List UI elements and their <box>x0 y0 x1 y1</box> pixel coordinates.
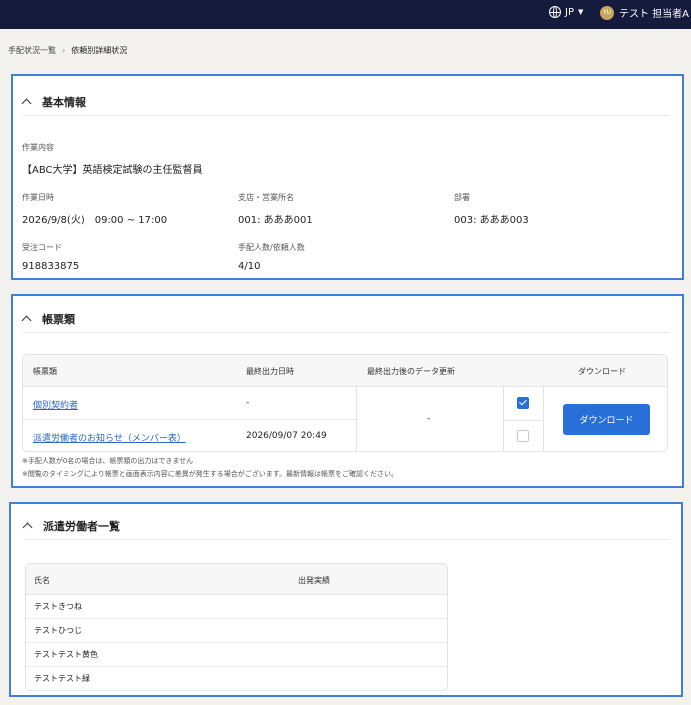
last-output-value: - <box>246 398 250 408</box>
worker-name: テストテスト緑 <box>34 674 90 683</box>
table-row: 派遣労働者のお知らせ（メンバー表） 2026/09/07 20:49 <box>23 420 356 451</box>
basic-info-card: 基本情報 作業内容 【ABC大学】英語検定試験の主任監督員 作業日時 2026/… <box>11 74 684 280</box>
field-label: 部署 <box>454 193 470 202</box>
table-header: 帳票類 最終出力日時 最終出力後のデータ更新 ダウンロード <box>23 355 667 387</box>
field-label: 作業日時 <box>22 193 54 202</box>
field-label: 受注コード <box>22 243 62 252</box>
field-value: 2026/9/8(火) 09:00 ~ 17:00 <box>22 215 168 226</box>
chevron-up-icon[interactable] <box>22 522 33 533</box>
section-title: 基本情報 <box>42 95 86 109</box>
table-row: 個別契約者 - <box>23 387 356 420</box>
document-link[interactable]: 個別契約者 <box>33 398 78 411</box>
breadcrumb-current: 依頼別詳細状況 <box>71 46 128 55</box>
chevron-up-icon[interactable] <box>21 98 32 109</box>
workers-header[interactable]: 派遣労働者一覧 <box>22 512 668 540</box>
section-title: 派遣労働者一覧 <box>43 519 120 533</box>
document-link[interactable]: 派遣労働者のお知らせ（メンバー表） <box>33 431 186 444</box>
field-value: 918833875 <box>22 261 80 272</box>
field-value: 【ABC大学】英語検定試験の主任監督員 <box>22 165 203 176</box>
globe-icon <box>549 6 561 18</box>
basic-info-header[interactable]: 基本情報 <box>21 88 669 116</box>
workers-table: 氏名 出発実績 テストきつね テストひつじ テストテスト黄色 テストテスト緑 <box>25 563 448 691</box>
table-row: テストひつじ <box>26 619 447 643</box>
table-header: 氏名 出発実績 <box>26 564 447 595</box>
breadcrumb: 手配状況一覧 › 依頼別詳細状況 <box>8 45 127 56</box>
headcount-field: 手配人数/依頼人数 4/10 <box>238 242 305 272</box>
field-value: 003: あああ003 <box>454 215 529 226</box>
field-label: 作業内容 <box>22 143 54 152</box>
field-label: 支店・営業所名 <box>238 193 294 202</box>
breadcrumb-parent-link[interactable]: 手配状況一覧 <box>8 45 56 56</box>
last-output-value: 2026/09/07 20:49 <box>246 431 327 441</box>
worker-name: テストひつじ <box>34 626 82 635</box>
workers-card: 派遣労働者一覧 氏名 出発実績 テストきつね テストひつじ テストテスト黄色 テ… <box>9 502 683 697</box>
documents-notes: ※手配人数が0名の場合は、帳票類の出力はできません ※閲覧のタイミングにより帳票… <box>22 455 398 481</box>
table-row: テストテスト緑 <box>26 667 447 690</box>
column-header-data-updated: 最終出力後のデータ更新 <box>367 367 455 376</box>
section-title: 帳票類 <box>42 312 75 326</box>
field-value: 001: あああ001 <box>238 215 313 226</box>
column-header-last-output: 最終出力日時 <box>246 367 294 376</box>
table-row: テストきつね <box>26 595 447 619</box>
worker-name: テストきつね <box>34 602 82 611</box>
divider <box>356 387 357 451</box>
table-row: テストテスト黄色 <box>26 643 447 667</box>
order-code-field: 受注コード 918833875 <box>22 242 79 272</box>
top-nav-bar: JP ▼ YU テスト 担当者A <box>0 0 691 29</box>
note-text: ※閲覧のタイミングにより帳票と画面表示内容に差異が発生する場合がございます。最新… <box>22 470 399 478</box>
branch-field: 支店・営業所名 001: あああ001 <box>238 192 313 226</box>
download-button[interactable]: ダウンロード <box>563 404 650 435</box>
user-name: テスト 担当者A <box>619 9 690 20</box>
department-field: 部署 003: あああ003 <box>454 192 529 226</box>
row-checkbox-unchecked[interactable] <box>517 430 529 442</box>
column-header-document: 帳票類 <box>33 367 57 376</box>
note-text: ※手配人数が0名の場合は、帳票類の出力はできません <box>22 457 194 465</box>
divider <box>503 420 543 421</box>
worker-name: テストテスト黄色 <box>34 650 98 659</box>
user-menu[interactable]: YU テスト 担当者A <box>600 5 689 20</box>
chevron-up-icon[interactable] <box>21 315 32 326</box>
column-header-departure: 出発実績 <box>298 576 330 585</box>
field-value: 4/10 <box>238 261 261 272</box>
avatar: YU <box>600 5 614 20</box>
language-selector[interactable]: JP ▼ <box>549 6 583 18</box>
documents-header[interactable]: 帳票類 <box>21 305 669 333</box>
column-header-name: 氏名 <box>34 576 50 585</box>
field-label: 手配人数/依頼人数 <box>238 243 305 252</box>
language-label: JP <box>565 6 574 18</box>
column-header-download: ダウンロード <box>578 367 626 376</box>
data-updated-value: - <box>427 414 431 424</box>
caret-down-icon: ▼ <box>577 8 584 16</box>
work-content-field: 作業内容 【ABC大学】英語検定試験の主任監督員 <box>22 142 203 176</box>
documents-card: 帳票類 帳票類 最終出力日時 最終出力後のデータ更新 ダウンロード 個別契約者 … <box>11 294 684 488</box>
work-datetime-field: 作業日時 2026/9/8(火) 09:00 ~ 17:00 <box>22 192 167 226</box>
divider <box>543 387 544 451</box>
documents-table: 帳票類 最終出力日時 最終出力後のデータ更新 ダウンロード 個別契約者 - 派遣… <box>22 354 668 452</box>
row-checkbox-checked[interactable] <box>517 397 529 409</box>
breadcrumb-separator-icon: › <box>62 46 66 55</box>
